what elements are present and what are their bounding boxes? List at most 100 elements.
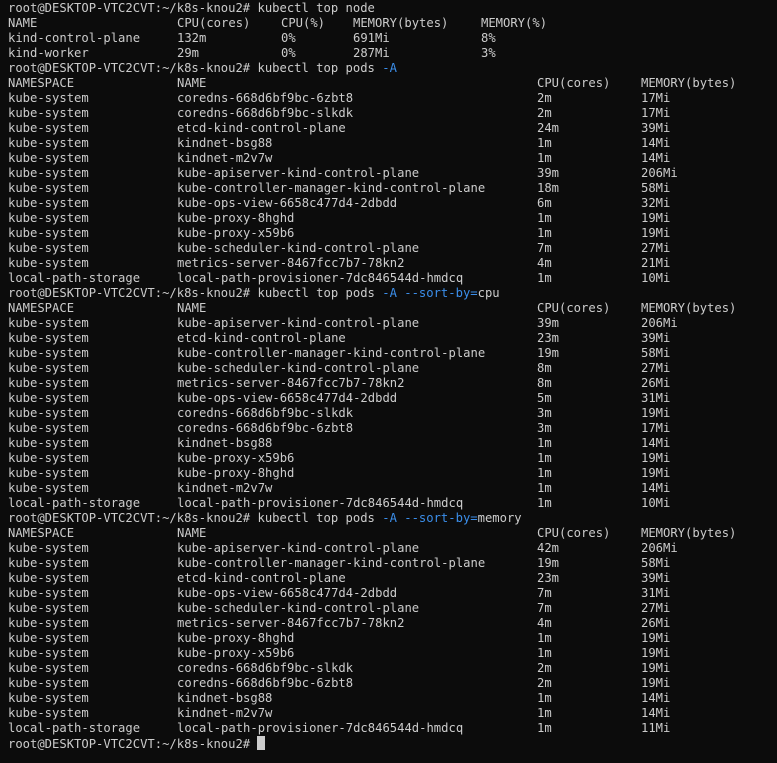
table-header: NAMESPACE NAME CPU(cores) MEMORY(bytes) bbox=[8, 526, 777, 541]
column-header: NAME bbox=[177, 76, 207, 90]
table-cell: kube-system bbox=[8, 421, 89, 435]
table-cell: 14Mi bbox=[641, 706, 671, 720]
table-cell: kube-system bbox=[8, 226, 89, 240]
table-cell: kube-proxy-x59b6 bbox=[177, 646, 295, 660]
table-cell: 32Mi bbox=[641, 196, 671, 210]
command-arg: memory bbox=[477, 511, 522, 525]
table-cell: 1m bbox=[537, 436, 552, 450]
table-row: kube-system etcd-kind-control-plane 23m 39M… bbox=[8, 571, 777, 586]
table-cell: kube-system bbox=[8, 151, 89, 165]
table-cell: kube-system bbox=[8, 241, 89, 255]
table-cell: 3% bbox=[481, 46, 496, 60]
table-cell: kube-scheduler-kind-control-plane bbox=[177, 241, 420, 255]
table-cell: kind-control-plane bbox=[8, 31, 141, 45]
table-cell: 3m bbox=[537, 421, 552, 435]
column-header: MEMORY(bytes) bbox=[641, 76, 737, 90]
table-cell: 42m bbox=[537, 541, 560, 555]
table-row: kube-system kube-proxy-x59b6 1m 19Mi bbox=[8, 451, 777, 466]
table-row: local-path-storage local-path-provisioner… bbox=[8, 496, 777, 511]
table-cell: kube-system bbox=[8, 121, 89, 135]
table-cell: kube-apiserver-kind-control-plane bbox=[177, 316, 420, 330]
column-header: CPU(cores) bbox=[537, 76, 611, 90]
table-cell: 2m bbox=[537, 91, 552, 105]
table-cell: 19Mi bbox=[641, 211, 671, 225]
table-cell: local-path-provisioner-7dc846544d-hmdcq bbox=[177, 721, 464, 735]
table-cell: 1m bbox=[537, 451, 552, 465]
prompt-line: root@DESKTOP-VTC2CVT:~/k8s-knou2# kubect… bbox=[8, 61, 777, 76]
table-cell: 39m bbox=[537, 316, 560, 330]
table-row: kube-system kube-proxy-8hghd 1m 19Mi bbox=[8, 631, 777, 646]
table-cell: 1m bbox=[537, 691, 552, 705]
table-cell: 29m bbox=[177, 46, 200, 60]
command-flags: -A --sort-by= bbox=[382, 511, 478, 525]
command-text: kubectl top pods bbox=[257, 286, 375, 300]
prompt-line: root@DESKTOP-VTC2CVT:~/k8s-knou2# kubect… bbox=[8, 511, 777, 526]
table-cell: kindnet-m2v7w bbox=[177, 481, 273, 495]
column-header: MEMORY(bytes) bbox=[353, 16, 449, 30]
table-cell: 11Mi bbox=[641, 721, 671, 735]
table-cell: kube-system bbox=[8, 211, 89, 225]
table-cell: kube-system bbox=[8, 556, 89, 570]
table-cell: 0% bbox=[281, 46, 296, 60]
table-row: kube-system etcd-kind-control-plane 24m 39M… bbox=[8, 121, 777, 136]
table-cell: kube-apiserver-kind-control-plane bbox=[177, 166, 420, 180]
table-cell: kube-ops-view-6658c477d4-2dbdd bbox=[177, 391, 398, 405]
table-row: kube-system kube-controller-manager-kind-… bbox=[8, 181, 777, 196]
table-row: kube-system coredns-668d6bf9bc-slkdk 2m 17M… bbox=[8, 106, 777, 121]
table-cell: 1m bbox=[537, 721, 552, 735]
table-cell: 287Mi bbox=[353, 46, 390, 60]
table-cell: 2m bbox=[537, 676, 552, 690]
table-cell: kube-system bbox=[8, 391, 89, 405]
table-cell: kube-apiserver-kind-control-plane bbox=[177, 541, 420, 555]
shell-prompt: root@DESKTOP-VTC2CVT:~/k8s-knou2# bbox=[8, 61, 251, 75]
terminal-window[interactable]: root@DESKTOP-VTC2CVT:~/k8s-knou2# kubect… bbox=[0, 0, 777, 763]
table-cell: 39Mi bbox=[641, 121, 671, 135]
table-row: kube-system metrics-server-8467fcc7b7-78k… bbox=[8, 256, 777, 271]
table-row: kube-system coredns-668d6bf9bc-slkdk 2m 19M… bbox=[8, 661, 777, 676]
table-cell: kube-system bbox=[8, 646, 89, 660]
table-cell: kube-system bbox=[8, 436, 89, 450]
table-cell: kube-system bbox=[8, 181, 89, 195]
table-row: local-path-storage local-path-provisioner… bbox=[8, 271, 777, 286]
column-header: NAMESPACE bbox=[8, 76, 75, 90]
cursor[interactable] bbox=[257, 736, 266, 750]
table-row: kube-system kube-scheduler-kind-control-p… bbox=[8, 601, 777, 616]
table-cell: 19Mi bbox=[641, 661, 671, 675]
table-row: kube-system kindnet-bsg88 1m 14Mi bbox=[8, 436, 777, 451]
table-cell: 14Mi bbox=[641, 436, 671, 450]
table-cell: 691Mi bbox=[353, 31, 390, 45]
table-row: kube-system kube-proxy-8hghd 1m 19Mi bbox=[8, 211, 777, 226]
table-cell: kube-system bbox=[8, 586, 89, 600]
table-cell: metrics-server-8467fcc7b7-78kn2 bbox=[177, 256, 405, 270]
shell-prompt: root@DESKTOP-VTC2CVT:~/k8s-knou2# bbox=[8, 1, 251, 15]
table-row: kube-system kube-scheduler-kind-control-p… bbox=[8, 241, 777, 256]
column-header: NAMESPACE bbox=[8, 301, 75, 315]
table-cell: 1m bbox=[537, 496, 552, 510]
table-cell: 206Mi bbox=[641, 541, 678, 555]
command-text: kubectl top pods bbox=[257, 511, 375, 525]
shell-prompt: root@DESKTOP-VTC2CVT:~/k8s-knou2# bbox=[8, 737, 251, 751]
table-cell: coredns-668d6bf9bc-6zbt8 bbox=[177, 91, 354, 105]
table-cell: kube-scheduler-kind-control-plane bbox=[177, 361, 420, 375]
table-cell: kube-system bbox=[8, 376, 89, 390]
table-cell: 31Mi bbox=[641, 391, 671, 405]
table-cell: kube-system bbox=[8, 541, 89, 555]
table-cell: kube-proxy-8hghd bbox=[177, 631, 295, 645]
table-cell: kube-proxy-x59b6 bbox=[177, 451, 295, 465]
table-row: kube-system coredns-668d6bf9bc-6zbt8 2m 19M… bbox=[8, 676, 777, 691]
table-cell: etcd-kind-control-plane bbox=[177, 571, 346, 585]
table-cell: 14Mi bbox=[641, 136, 671, 150]
table-cell: 27Mi bbox=[641, 601, 671, 615]
table-cell: 19m bbox=[537, 556, 560, 570]
table-cell: 27Mi bbox=[641, 361, 671, 375]
table-cell: 26Mi bbox=[641, 616, 671, 630]
table-row: kube-system kube-ops-view-6658c477d4-2dbd… bbox=[8, 391, 777, 406]
table-cell: kube-system bbox=[8, 361, 89, 375]
table-cell: 1m bbox=[537, 706, 552, 720]
column-header: NAME bbox=[177, 301, 207, 315]
table-cell: 4m bbox=[537, 256, 552, 270]
table-cell: 19m bbox=[537, 346, 560, 360]
column-header: CPU(cores) bbox=[537, 301, 611, 315]
table-cell: kube-system bbox=[8, 346, 89, 360]
table-cell: 58Mi bbox=[641, 181, 671, 195]
